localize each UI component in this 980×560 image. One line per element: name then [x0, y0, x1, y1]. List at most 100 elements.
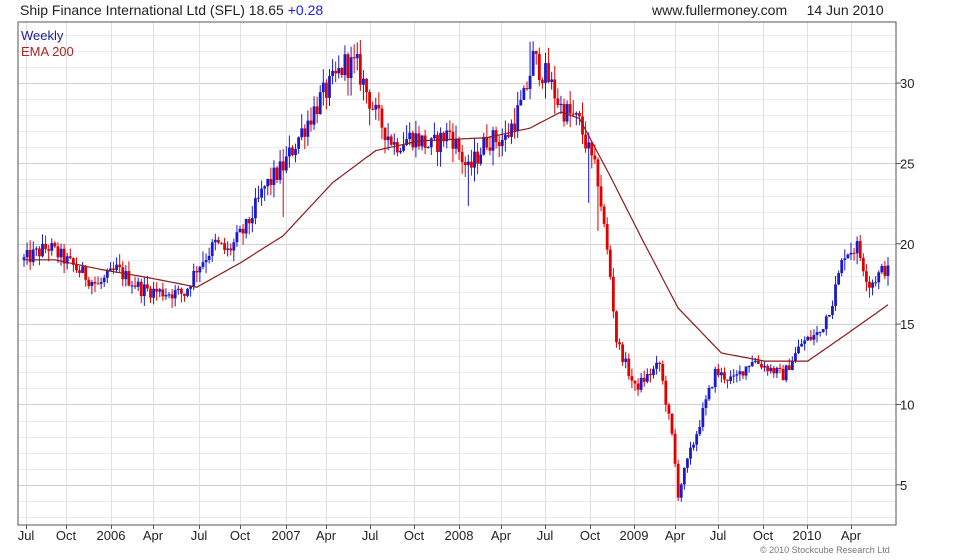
candle-up: [574, 113, 578, 115]
candle-up: [284, 156, 288, 171]
candle-up: [818, 331, 822, 333]
candle-down: [868, 281, 871, 288]
y-tick-label: 15: [900, 317, 914, 332]
price-chart: 5 10 15 20 25 30 Jul Oct 2006 Apr Jul Oct 2007 Apr Jul…: [17, 21, 914, 543]
candle-up: [192, 270, 196, 287]
candle-down: [541, 80, 544, 83]
candle-up: [831, 305, 834, 315]
candle-up: [386, 136, 390, 141]
candle-up: [686, 458, 689, 468]
candle-up: [226, 248, 230, 250]
candle-down: [618, 342, 621, 345]
candle-down: [553, 79, 557, 99]
candle-up: [510, 123, 513, 137]
candle-down: [365, 78, 368, 93]
candle-up: [732, 375, 736, 377]
candle-up: [59, 248, 63, 258]
candle-up: [639, 377, 643, 390]
candle-down: [275, 167, 279, 180]
candle-up: [34, 248, 38, 250]
candle-up: [198, 266, 202, 273]
candle-down: [346, 54, 350, 78]
candle-down: [269, 178, 273, 185]
candle-up: [466, 161, 470, 166]
candle-down: [760, 363, 763, 368]
candle-up: [753, 360, 757, 363]
candle-up: [821, 329, 825, 332]
candle-down: [547, 63, 550, 82]
candle-down: [787, 365, 791, 370]
x-tick-label: Apr: [316, 528, 337, 543]
candle-up: [689, 447, 692, 459]
candle-down: [411, 132, 415, 148]
x-tick-label: 2007: [272, 528, 301, 543]
candle-up: [840, 260, 844, 274]
candle-up: [433, 134, 436, 139]
candle-down: [87, 279, 91, 286]
candle-up: [729, 376, 733, 381]
candle-up: [682, 467, 686, 485]
candle-down: [556, 98, 560, 106]
candle-down: [334, 70, 338, 74]
candle-up: [312, 106, 316, 125]
candle-down: [488, 147, 492, 151]
candle-up: [321, 82, 325, 93]
candle-up: [152, 288, 155, 298]
candle-down: [75, 264, 78, 271]
candle-down: [112, 268, 115, 270]
candle-down: [766, 365, 770, 372]
candle-up: [349, 57, 353, 78]
x-tick-label: Apr: [841, 528, 862, 543]
candle-down: [476, 151, 479, 164]
candle-up: [519, 99, 523, 106]
candle-up: [775, 367, 779, 374]
candle-down: [507, 134, 510, 137]
candle-up: [263, 186, 267, 189]
candle-up: [124, 271, 128, 280]
candle-up: [176, 288, 180, 291]
candle-up: [235, 232, 239, 243]
candle-up: [704, 399, 708, 409]
candle-up: [99, 282, 103, 284]
candle-up: [491, 130, 495, 151]
candle-up: [794, 353, 797, 362]
candle-down: [139, 281, 143, 297]
candle-up: [698, 427, 702, 435]
candle-up: [204, 260, 208, 263]
candle-up: [834, 284, 837, 306]
candle-up: [824, 316, 828, 330]
candle-up: [250, 218, 254, 224]
candle-down: [599, 186, 603, 207]
candle-up: [414, 133, 418, 148]
candle-down: [78, 270, 81, 273]
candle-up: [587, 142, 591, 149]
candle-up: [232, 242, 236, 251]
candle-up: [528, 75, 532, 89]
candle-down: [47, 249, 51, 251]
x-tick-label: Jul: [710, 528, 727, 543]
candle-up: [294, 148, 297, 156]
y-tick-label: 10: [900, 397, 914, 412]
x-tick-label: 2006: [97, 528, 126, 543]
candle-up: [392, 142, 396, 145]
candle-up: [337, 68, 341, 74]
copyright-note: © 2010 Stockcube Research Ltd: [760, 545, 890, 555]
candle-down: [741, 371, 745, 376]
candle-up: [272, 167, 276, 185]
candle-up: [201, 262, 205, 267]
candles: [22, 39, 890, 502]
candle-up: [500, 139, 504, 147]
candle-up: [800, 343, 803, 347]
candle-up: [318, 92, 322, 115]
candle-up: [331, 70, 334, 77]
grid: [18, 22, 896, 525]
candle-down: [247, 219, 251, 224]
candle-up: [105, 270, 109, 278]
candle-down: [772, 368, 776, 374]
candle-down: [861, 257, 865, 272]
candle-down: [183, 293, 186, 296]
candle-up: [719, 372, 723, 376]
candle-up: [744, 366, 748, 376]
candle-down: [38, 248, 41, 257]
candle-up: [503, 134, 507, 140]
